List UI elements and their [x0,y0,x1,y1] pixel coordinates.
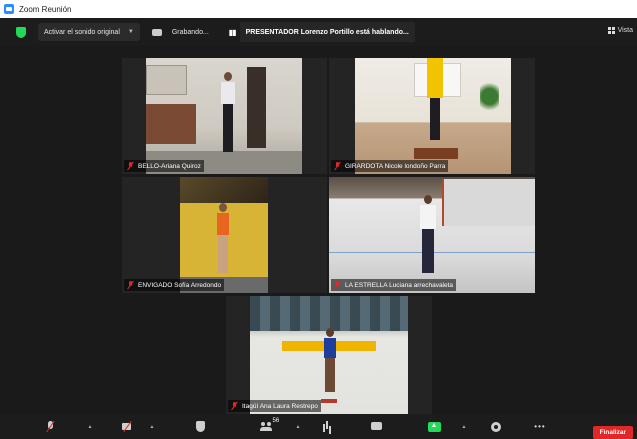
participant-video [180,177,268,293]
chat-bubble-icon [370,421,383,432]
original-sound-label: Activar el sonido original [44,28,120,36]
pause-recording-icon[interactable]: ▮▮ [229,28,237,37]
more-dots-icon: ••• [534,422,546,431]
video-gallery: BELLO-Ariana Quiroz GIRARDOTA Nicole lon… [0,46,637,414]
muted-mic-icon [334,162,341,170]
encryption-shield-icon[interactable] [16,26,26,38]
original-sound-button[interactable]: Activar el sonido original ▼ [38,23,140,41]
meeting-top-toolbar: Activar el sonido original ▼ Grabando...… [0,18,637,46]
end-meeting-button[interactable]: Finalizar [592,426,633,439]
security-button[interactable] [190,420,210,433]
participant-video [146,58,302,174]
chevron-up-icon: ▲ [149,423,155,430]
share-options-chevron[interactable]: ▲ [456,420,467,433]
record-button[interactable] [486,420,506,433]
participant-video [355,58,511,174]
video-options-chevron[interactable]: ▲ [144,420,155,433]
view-button[interactable]: Vista [607,27,633,34]
meeting-bottom-toolbar: ▲ ▲ 56 ▲ ▲ ••• Finalizar [0,414,637,439]
window-title: Zoom Reunión [19,4,72,14]
muted-mic-icon [44,421,57,432]
participant-tile[interactable]: ENVIGADO Sofía Arredondo [122,177,327,293]
poll-chart-icon [321,421,334,432]
chat-button[interactable] [366,420,386,433]
more-button[interactable]: ••• [530,420,550,433]
participant-count: 56 [272,418,280,424]
participants-button[interactable]: 56 [252,418,280,433]
chevron-up-icon: ▲ [87,423,93,430]
polls-button[interactable] [317,420,337,433]
participant-tile[interactable]: GIRARDOTA Nicole londoño Parra [329,58,535,174]
start-video-button[interactable] [118,420,138,433]
participant-tile[interactable]: BELLO-Ariana Quiroz [122,58,327,174]
chevron-up-icon: ▲ [461,423,467,430]
participant-name: LA ESTRELLA Luciana arrechavaleta [345,281,454,289]
participant-name-tag: GIRARDOTA Nicole londoño Parra [331,160,449,172]
recording-label: Grabando... [171,28,209,36]
muted-mic-icon [231,402,238,410]
participant-name: ENVIGADO Sofía Arredondo [138,281,222,289]
audio-options-chevron[interactable]: ▲ [82,420,93,433]
chevron-down-icon[interactable]: ▼ [128,29,134,35]
participants-options-chevron[interactable]: ▲ [290,420,301,433]
view-label: Vista [617,27,633,34]
recording-indicator: Grabando... ▮▮ [151,28,237,37]
active-speaker-text: PRESENTADOR Lorenzo Portillo está hablan… [245,28,409,36]
participant-video [329,177,535,293]
end-meeting-label: Finalizar [599,429,626,436]
participant-name-tag: Itagüí Ana Laura Restrepo [228,400,321,412]
participant-name: Itagüí Ana Laura Restrepo [242,402,318,410]
muted-mic-icon [334,281,341,289]
video-off-icon [121,421,135,432]
participant-tile[interactable]: Itagüí Ana Laura Restrepo [226,296,432,414]
participant-tile[interactable]: LA ESTRELLA Luciana arrechavaleta [329,177,535,293]
mute-button[interactable] [40,420,60,433]
active-speaker-banner: PRESENTADOR Lorenzo Portillo está hablan… [239,22,415,42]
participant-name-tag: LA ESTRELLA Luciana arrechavaleta [331,279,457,291]
record-icon [490,421,503,432]
participant-name-tag: ENVIGADO Sofía Arredondo [124,279,225,291]
muted-mic-icon [127,162,134,170]
zoom-app-icon [4,4,14,14]
participant-name: GIRARDOTA Nicole londoño Parra [345,162,446,170]
grid-view-icon [607,27,615,34]
cloud-record-icon [151,28,162,36]
share-screen-icon [427,421,441,432]
chevron-up-icon: ▲ [295,423,301,430]
participant-name: BELLO-Ariana Quiroz [138,162,201,170]
security-shield-icon [194,421,207,432]
window-titlebar: Zoom Reunión [0,0,637,18]
participant-name-tag: BELLO-Ariana Quiroz [124,160,204,172]
share-screen-button[interactable] [424,420,444,433]
participants-icon: 56 [259,418,279,432]
muted-mic-icon [127,281,134,289]
participant-video [250,296,408,414]
